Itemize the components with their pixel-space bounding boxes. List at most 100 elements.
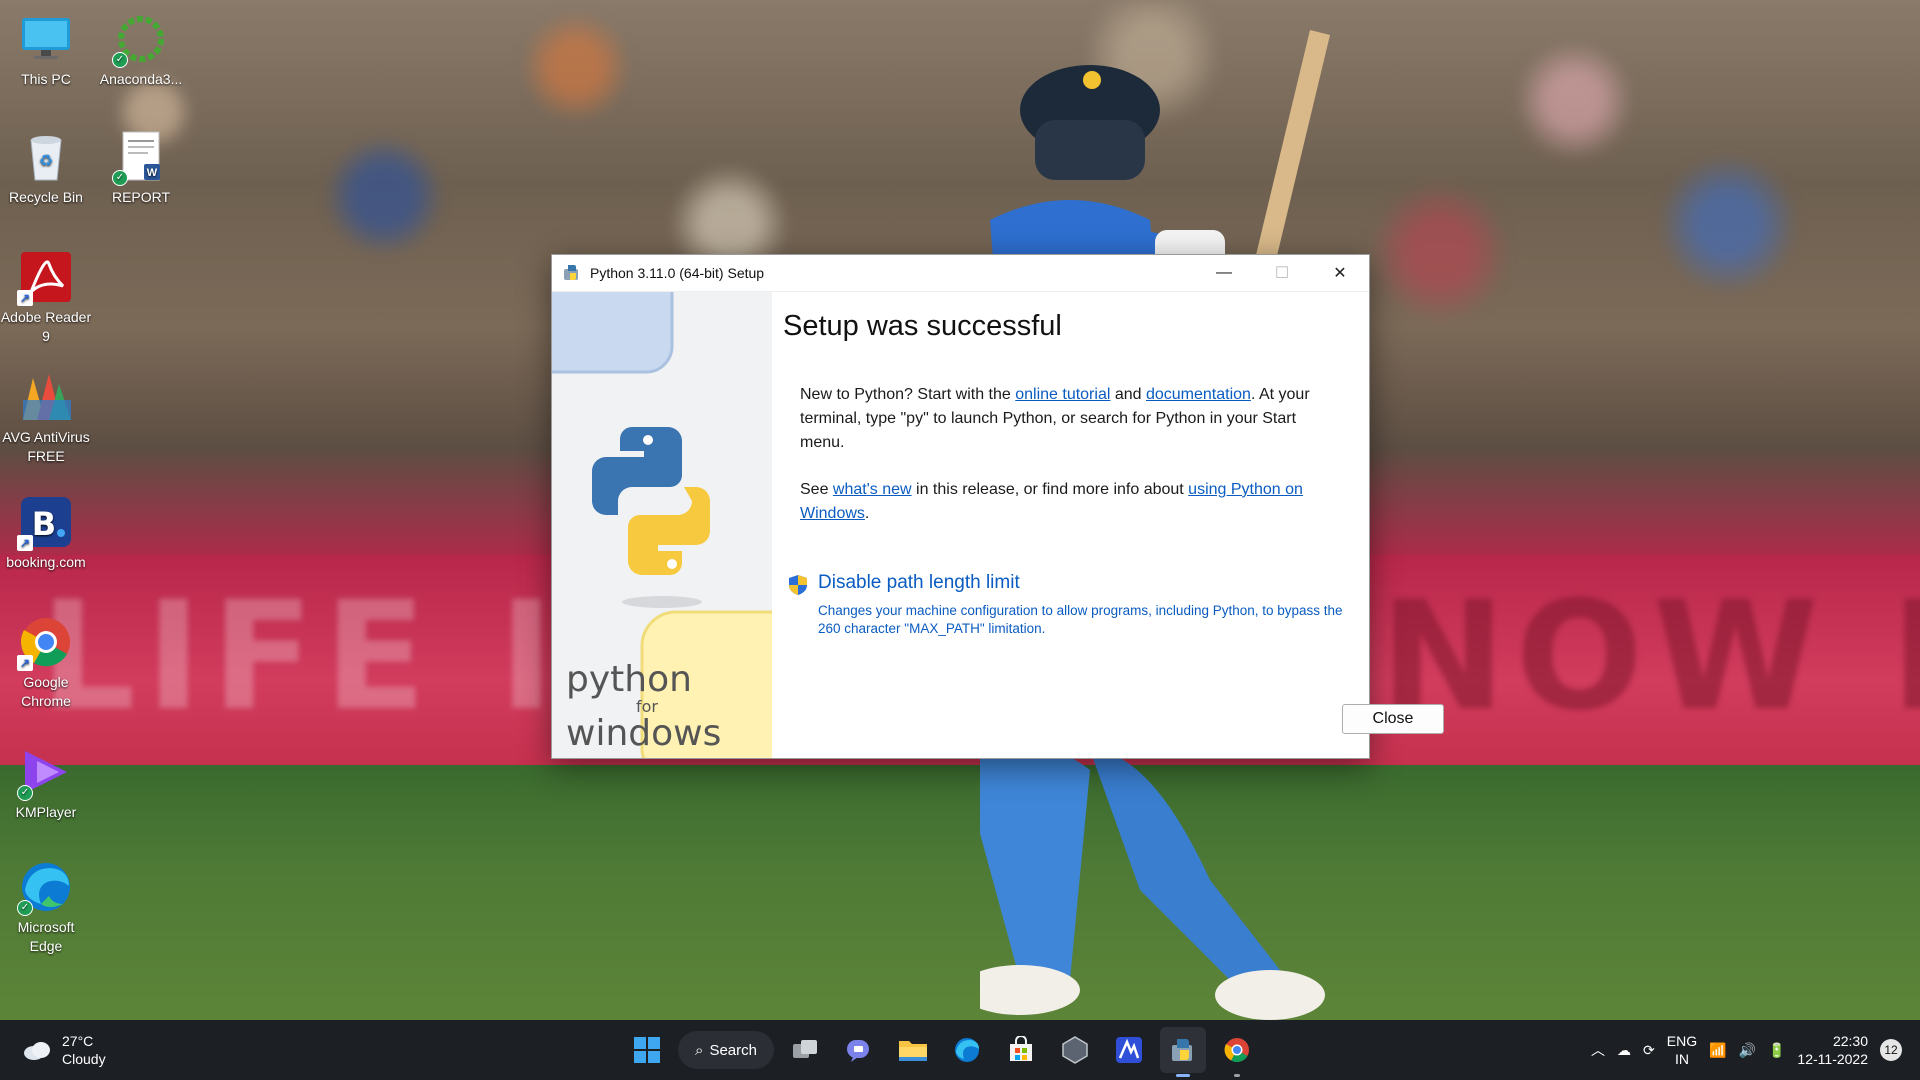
more-info-text-1: See [800,481,833,498]
weather-widget[interactable]: 27°C Cloudy [22,1032,106,1068]
show-hidden-icons-chevron-icon[interactable]: ︿ [1591,1040,1605,1060]
dialog-content: Setup was successful New to Python? Star… [772,292,1444,758]
windows-start-icon [634,1037,660,1063]
monitor-icon [19,12,73,66]
desktop-icon-label: Anaconda3... [99,71,183,87]
task-view-icon [793,1040,817,1058]
documentation-link[interactable]: documentation [1146,386,1251,403]
kmplayer-icon: ✓ [17,745,73,801]
microsoft-store-icon [1010,1036,1032,1061]
app-button-1[interactable] [1052,1027,1098,1073]
dialog-title: Python 3.11.0 (64-bit) Setup [590,265,765,281]
clock[interactable]: 22:30 12-11-2022 [1797,1032,1868,1068]
app-icon [1062,1036,1088,1064]
region-code: IN [1674,1051,1689,1067]
desktop-icon-label: This PC [21,71,71,87]
start-button[interactable] [624,1027,670,1073]
desktop-icon-booking[interactable]: B ↗ booking.com [0,495,92,572]
python-setup-taskbar-button[interactable] [1160,1027,1206,1077]
minimize-button[interactable]: — [1195,255,1253,291]
sync-status-icon: ✓ [112,52,128,68]
desktop-icon-microsoft-edge[interactable]: ✓ Microsoft Edge [0,860,92,956]
app-button-2[interactable] [1106,1027,1152,1073]
more-info-paragraph: See what's new in this release, or find … [800,478,1320,526]
sync-status-icon: ✓ [17,900,33,916]
shortcut-arrow-icon: ↗ [17,290,33,306]
desktop-icon-recycle-bin[interactable]: ♻ Recycle Bin [0,130,92,207]
taskbar-search[interactable]: ⌕ Search [678,1031,774,1069]
python-sidebar-banner: python for windows [552,292,772,758]
maximize-button: ☐ [1274,265,1290,282]
python-setup-dialog: Python 3.11.0 (64-bit) Setup — ☐ ✕ pytho… [551,254,1444,759]
sync-status-icon: ✓ [17,785,33,801]
desktop-icon-label: booking.com [6,554,86,570]
booking-icon: B ↗ [17,495,73,551]
desktop-icon-google-chrome[interactable]: ↗ Google Chrome [0,615,92,711]
desktop-icon-label: Recycle Bin [9,189,83,205]
microsoft-store-button[interactable] [998,1027,1044,1073]
desktop-icon-report[interactable]: W ✓ REPORT [95,130,187,207]
adobe-reader-icon: ↗ [17,250,73,306]
desktop-icon-label: Microsoft Edge [17,919,75,954]
file-explorer-button[interactable] [890,1027,936,1073]
brand-python-text: python [566,659,692,700]
svg-text:B: B [32,505,56,543]
anaconda-icon: ✓ [112,12,168,68]
intro-text-2: and [1110,386,1146,403]
weather-condition: Cloudy [62,1051,106,1067]
avg-antivirus-icon [19,370,73,424]
window-close-button[interactable]: ✕ [1311,255,1369,291]
sync-refresh-icon[interactable]: ⟳ [1643,1042,1655,1059]
input-language-indicator[interactable]: ENG IN [1667,1032,1697,1068]
disable-path-limit-title[interactable]: Disable path length limit [818,572,1348,594]
intro-text-1: New to Python? Start with the [800,386,1016,403]
chrome-taskbar-button[interactable] [1214,1027,1260,1077]
desktop-icon-label: KMPlayer [15,804,77,820]
edge-icon [955,1038,979,1062]
chrome-icon [1224,1038,1249,1063]
brand-windows-text: windows [566,713,722,754]
shortcut-arrow-icon: ↗ [17,535,33,551]
desktop-icon-this-pc[interactable]: This PC [0,12,92,89]
language-code: ENG [1666,1033,1698,1049]
desktop-icon-avg-antivirus[interactable]: AVG AntiVirus FREE [0,370,92,466]
taskbar: 27°C Cloudy ⌕ Search ︿ ☁ ⟳ ENG IN 📶 🔊 🔋 … [0,1020,1920,1080]
desktop-icon-label: Google Chrome [21,674,71,709]
python-setup-icon [564,265,578,280]
desktop-icon-anaconda[interactable]: ✓ Anaconda3... [95,12,187,89]
svg-text:♻: ♻ [39,153,53,170]
app-icon-2 [1116,1037,1142,1063]
disable-path-limit-option[interactable]: Disable path length limit Changes your m… [788,572,1348,638]
dialog-titlebar[interactable]: Python 3.11.0 (64-bit) Setup — ☐ ✕ [552,255,1369,292]
shortcut-arrow-icon: ↗ [17,655,33,671]
board-text-right: NOW INV [1380,570,1920,744]
wallpaper-field [0,765,1920,1020]
desktop-icon-adobe-reader[interactable]: ↗ Adobe Reader 9 [0,250,92,346]
word-document-icon: W ✓ [112,130,168,186]
wifi-icon[interactable]: 📶 [1709,1042,1726,1059]
battery-icon[interactable]: 🔋 [1768,1042,1785,1059]
onedrive-cloud-icon[interactable]: ☁ [1617,1042,1631,1059]
cloud-icon [24,1042,50,1060]
task-view-button[interactable] [782,1027,828,1073]
chrome-icon: ↗ [17,615,73,671]
close-button[interactable]: Close [1342,704,1444,734]
edge-taskbar-button[interactable] [944,1027,990,1073]
online-tutorial-link[interactable]: online tutorial [1015,386,1110,403]
edge-icon: ✓ [17,860,73,916]
more-info-text-3: . [864,505,870,522]
dialog-heading: Setup was successful [783,310,1062,342]
desktop-icon-label: Adobe Reader 9 [0,309,92,344]
disable-path-limit-description: Changes your machine configuration to al… [818,603,1343,636]
notification-count-badge[interactable]: 12 [1880,1039,1902,1061]
whats-new-link[interactable]: what's new [833,481,912,498]
file-explorer-icon [899,1041,927,1061]
volume-icon[interactable]: 🔊 [1739,1042,1756,1059]
recycle-bin-icon: ♻ [19,130,73,184]
desktop-icon-kmplayer[interactable]: ✓ KMPlayer [0,745,92,822]
search-icon: ⌕ [695,1041,704,1059]
search-label: Search [709,1041,757,1059]
teams-chat-button[interactable] [836,1027,882,1073]
intro-paragraph: New to Python? Start with the online tut… [800,383,1320,455]
teams-chat-icon [847,1040,869,1062]
